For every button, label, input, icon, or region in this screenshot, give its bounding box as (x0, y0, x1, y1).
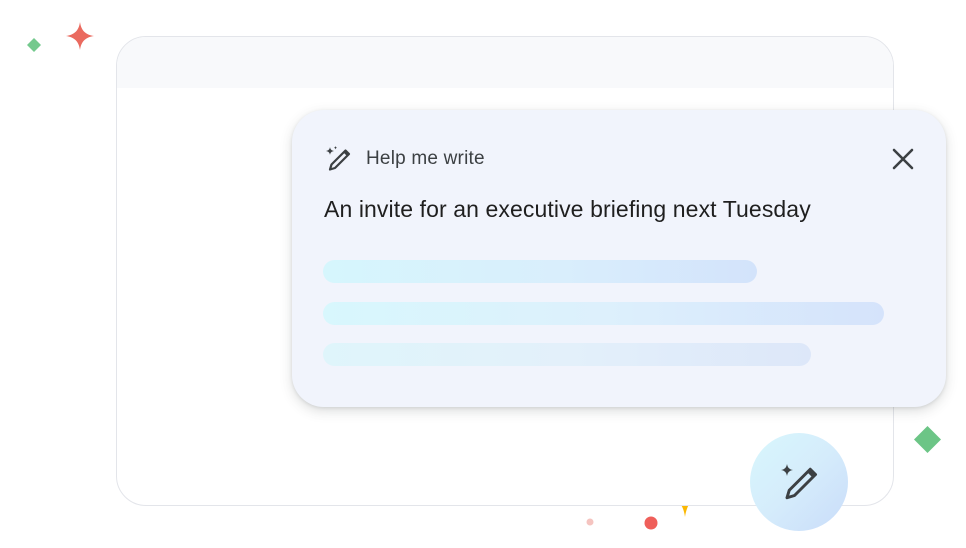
prompt-text: An invite for an executive briefing next… (324, 196, 811, 222)
card-title: Help me write (366, 148, 485, 169)
card-header: Help me write (324, 144, 485, 174)
illustration-stage: Help me write An invite for an executive… (0, 0, 966, 548)
magic-wand-pencil-icon (326, 146, 351, 171)
help-me-write-fab-button[interactable] (750, 433, 848, 531)
loading-placeholder-line (323, 260, 757, 283)
green-diamond-sparkle-icon (914, 426, 941, 453)
loading-placeholder-line (323, 302, 884, 325)
window-header-bar (117, 37, 893, 88)
help-me-write-card: Help me write An invite for an executive… (292, 110, 946, 407)
close-icon[interactable] (890, 146, 916, 172)
pink-dot-icon (586, 518, 594, 526)
red-dot-icon (644, 516, 658, 530)
red-four-point-star-icon (66, 22, 94, 50)
green-diamond-sparkle-icon (27, 38, 41, 52)
loading-placeholder-line (323, 343, 811, 366)
magic-wand-pencil-icon (781, 464, 817, 500)
